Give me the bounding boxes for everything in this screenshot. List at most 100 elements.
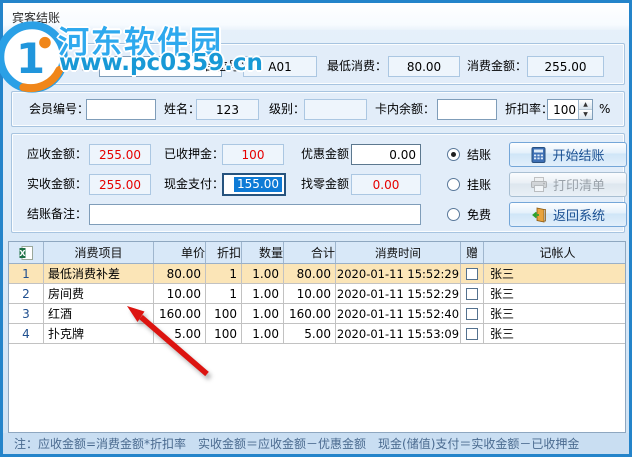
radio-icon	[447, 178, 460, 191]
table-row[interactable]: 4 扑克牌 5.00 100 1.00 5.00 2020-01-11 15:53:09 张三	[9, 324, 625, 344]
member-no-label: 会员编号：	[29, 102, 90, 116]
table-header: X 消费项目 单价 折扣 数量 合计 消费时间 赠 记帐人	[9, 242, 625, 264]
table-cell: 最低消费补差	[44, 264, 154, 283]
bill-no-label: 结账单号：	[32, 59, 93, 73]
remark-label: 结账备注：	[27, 207, 88, 221]
consume-total-value: 255.00	[527, 56, 604, 77]
cash-pay-input[interactable]: 155.00	[222, 173, 286, 196]
exit-door-icon	[532, 207, 546, 222]
table-cell: 1.00	[242, 264, 284, 283]
radio-icon	[447, 148, 460, 161]
consumption-table: X 消费项目 单价 折扣 数量 合计 消费时间 赠 记帐人 1 最低消费补差 80.…	[8, 241, 626, 433]
note-bar: 注：应收金额=消费金额*折扣率 实收金额＝应收金额－优惠金额 现金(储值)支付＝…	[3, 433, 629, 454]
col-header-total[interactable]: 合计	[284, 242, 336, 263]
discount-rate-label: 折扣率：	[505, 102, 554, 116]
window-title: 宾客结账	[12, 11, 61, 25]
table-cell: 1	[206, 264, 242, 283]
col-header-clerk[interactable]: 记帐人	[484, 242, 625, 263]
percent-sign: %	[599, 102, 611, 116]
table-cell: 2020-01-11 15:52:29	[336, 264, 461, 283]
table-cell: 4	[9, 324, 44, 343]
table-cell: 2020-01-11 15:52:40	[336, 304, 461, 323]
remark-input[interactable]	[89, 204, 421, 225]
spin-up-button[interactable]: ▲	[579, 100, 592, 110]
deposit-label: 已收押金：	[164, 147, 225, 161]
excel-export-button[interactable]: X	[9, 242, 44, 263]
table-no-value: A01	[243, 56, 317, 77]
table-row[interactable]: 2 房间费 10.00 1 1.00 10.00 2020-01-11 15:52:29 张三	[9, 284, 625, 304]
discount-amount-input[interactable]	[351, 144, 421, 165]
printer-icon	[530, 177, 547, 192]
spin-down-button[interactable]: ▼	[579, 110, 592, 119]
col-header-qty[interactable]: 数量	[242, 242, 284, 263]
table-cell: 5.00	[284, 324, 336, 343]
gift-checkbox[interactable]	[466, 327, 478, 340]
payment-radio-free[interactable]: 免费	[447, 204, 491, 225]
table-cell: 5.00	[154, 324, 206, 343]
table-cell	[461, 284, 484, 303]
table-cell: 张三	[490, 307, 515, 321]
table-cell: 1.00	[242, 324, 284, 343]
table-row[interactable]: 3 红酒 160.00 100 1.00 160.00 2020-01-11 15:52:4…	[9, 304, 625, 324]
print-list-button[interactable]: 打印清单	[509, 172, 627, 197]
deposit-value: 100	[222, 144, 284, 165]
table-row[interactable]: 1 最低消费补差 80.00 1 1.00 80.00 2020-01-11 15:52:2…	[9, 264, 625, 284]
member-no-input[interactable]	[86, 99, 156, 120]
gift-checkbox[interactable]	[466, 287, 478, 300]
guest-checkout-window: 宾客结账 结账单号： 台位号： A01 最低消费： 80.00 消费金额： 25…	[0, 0, 632, 457]
table-cell: 160.00	[284, 304, 336, 323]
table-cell: 房间费	[44, 284, 154, 303]
gift-checkbox[interactable]	[466, 267, 478, 280]
min-charge-label: 最低消费：	[327, 59, 388, 73]
col-header-gift[interactable]: 赠	[461, 242, 484, 263]
col-header-time[interactable]: 消费时间	[336, 242, 461, 263]
table-cell	[461, 264, 484, 283]
table-cell: 2020-01-11 15:53:09	[336, 324, 461, 343]
calculator-icon	[531, 146, 546, 163]
payment-radio-checkout[interactable]: 结账	[447, 144, 491, 165]
start-checkout-label: 开始结账	[552, 149, 605, 164]
table-cell: 扑克牌	[44, 324, 154, 343]
start-checkout-button[interactable]: 开始结账	[509, 142, 627, 167]
name-value: 123	[196, 99, 259, 120]
level-value	[304, 99, 367, 120]
table-cell: 10.00	[154, 284, 206, 303]
received-value: 255.00	[89, 174, 151, 195]
change-value: 0.00	[351, 174, 421, 195]
col-header-item[interactable]: 消费项目	[44, 242, 154, 263]
table-cell: 2	[9, 284, 44, 303]
discount-rate-spinner[interactable]: 100 ▲ ▼	[547, 99, 593, 120]
gift-checkbox[interactable]	[466, 307, 478, 320]
received-label: 实收金额：	[27, 177, 88, 191]
table-cell: 3	[9, 304, 44, 323]
table-cell: 红酒	[44, 304, 154, 323]
table-cell: 1.00	[242, 284, 284, 303]
formula-note: 注：应收金额=消费金额*折扣率 实收金额＝应收金额－优惠金额 现金(储值)支付＝…	[14, 437, 580, 451]
min-charge-value: 80.00	[388, 56, 460, 77]
cash-pay-selected-value: 155.00	[234, 177, 282, 192]
excel-icon: X	[19, 245, 33, 260]
table-cell: 张三	[490, 327, 515, 341]
svg-text:X: X	[19, 249, 26, 258]
level-label: 级别：	[269, 102, 306, 116]
table-cell: 160.00	[154, 304, 206, 323]
discount-rate-value: 100	[553, 102, 576, 117]
table-cell: 1.00	[242, 304, 284, 323]
col-header-price[interactable]: 单价	[154, 242, 206, 263]
payment-radio-credit[interactable]: 挂账	[447, 174, 491, 195]
table-cell: 10.00	[284, 284, 336, 303]
table-cell: 张三	[490, 267, 515, 281]
return-system-button[interactable]: 返回系统	[509, 202, 627, 227]
table-cell: 100	[206, 304, 242, 323]
cash-pay-label: 现金支付：	[164, 177, 225, 191]
consume-total-label: 消费金额：	[467, 59, 528, 73]
table-cell: 80.00	[154, 264, 206, 283]
col-header-discount[interactable]: 折扣	[206, 242, 242, 263]
card-balance-label: 卡内余额：	[375, 102, 436, 116]
table-cell: 1	[206, 284, 242, 303]
return-system-label: 返回系统	[552, 209, 605, 224]
receivable-label: 应收金额：	[27, 147, 88, 161]
settlement-group: 应收金额： 255.00 已收押金： 100 优惠金额： 实收金额： 255.0…	[11, 133, 627, 233]
table-cell: 1	[9, 264, 44, 283]
table-cell: 100	[206, 324, 242, 343]
